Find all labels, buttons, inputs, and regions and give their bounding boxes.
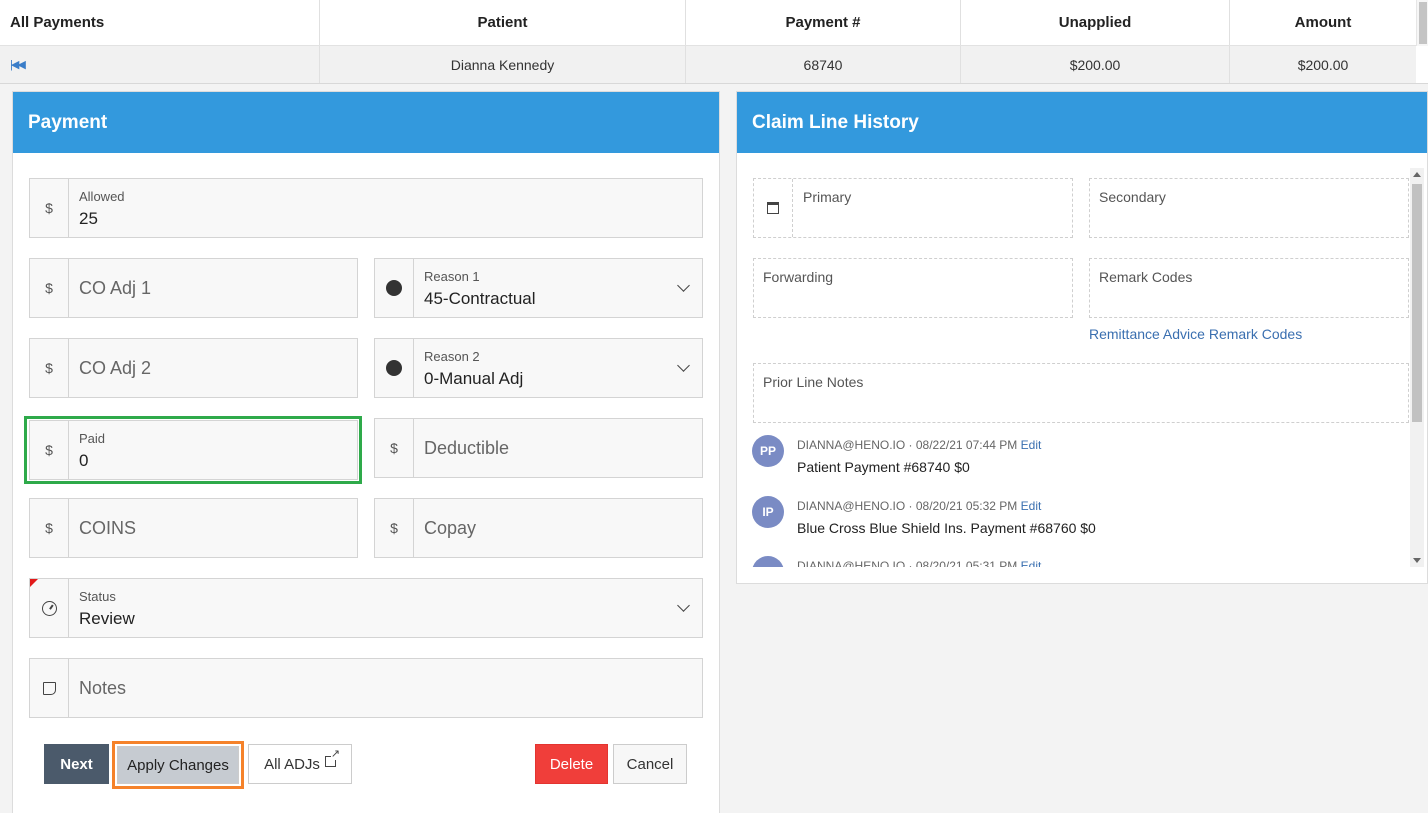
secondary-label: Secondary (1099, 189, 1166, 205)
chevron-down-icon (677, 359, 690, 372)
dollar-icon: $ (30, 339, 69, 397)
all-adjs-button[interactable]: All ADJs (248, 744, 352, 784)
prior-line-notes-label: Prior Line Notes (763, 374, 864, 390)
notes-field[interactable]: Notes (29, 658, 703, 718)
header-patient[interactable]: Patient (320, 0, 686, 45)
cell-unapplied: $200.00 (961, 46, 1230, 83)
status-label: Status (79, 589, 116, 604)
all-adjs-label: All ADJs (264, 755, 320, 773)
header-payment-number[interactable]: Payment # (686, 0, 961, 45)
entry-date: · 08/20/21 05:32 PM (908, 499, 1018, 513)
chevron-down-icon (677, 599, 690, 612)
apply-highlight-box (112, 741, 244, 789)
forwarding-label: Forwarding (763, 269, 834, 285)
row-nav-cell: |◀◀ (0, 46, 320, 83)
avatar: IP (752, 496, 784, 528)
copay-placeholder: Copay (424, 518, 477, 538)
co-adj-2-placeholder: CO Adj 2 (79, 358, 152, 378)
prior-line-notes-box[interactable]: Prior Line Notes (753, 363, 1409, 423)
allowed-label: Allowed (79, 189, 125, 204)
entry-user: DIANNA@HENO.IO (797, 499, 906, 513)
required-indicator (30, 579, 38, 587)
entry-date: · 08/22/21 07:44 PM (908, 438, 1018, 452)
deductible-placeholder: Deductible (424, 438, 510, 458)
history-panel-title: Claim Line History (737, 92, 1427, 153)
status-value: Review (79, 609, 135, 628)
reason-2-select[interactable]: Reason 2 0-Manual Adj (374, 338, 703, 398)
reason-1-label: Reason 1 (424, 269, 480, 284)
entry-meta: DIANNA@HENO.IO · 08/22/21 07:44 PM Edit (797, 438, 1041, 452)
remittance-codes-link[interactable]: Remittance Advice Remark Codes (1089, 326, 1302, 342)
entry-text: Patient Payment #68740 $0 (797, 459, 970, 475)
first-page-icon[interactable]: |◀◀ (10, 58, 26, 71)
co-adj-1-field[interactable]: $ CO Adj 1 (29, 258, 358, 318)
bank-icon (754, 179, 793, 237)
reason-2-label: Reason 2 (424, 349, 480, 364)
co-adj-1-placeholder: CO Adj 1 (79, 278, 152, 298)
history-entries-list: PP DIANNA@HENO.IO · 08/22/21 07:44 PM Ed… (737, 430, 1410, 567)
entry-user: DIANNA@HENO.IO (797, 438, 906, 452)
primary-label: Primary (803, 189, 852, 205)
entry-text: Blue Cross Blue Shield Ins. Payment #687… (797, 520, 1096, 536)
reason-1-value: 45-Contractual (424, 289, 536, 308)
history-scrollbar[interactable] (1410, 168, 1424, 567)
reason-dot-icon (375, 259, 414, 317)
header-amount[interactable]: Amount (1230, 0, 1416, 45)
allowed-field[interactable]: $ Allowed 25 (29, 178, 703, 238)
edit-link[interactable]: Edit (1021, 559, 1042, 567)
deductible-field[interactable]: $ Deductible (374, 418, 703, 478)
status-select[interactable]: Status Review (29, 578, 703, 638)
co-adj-2-field[interactable]: $ CO Adj 2 (29, 338, 358, 398)
forwarding-box[interactable]: Forwarding (753, 258, 1073, 318)
table-header-row: All Payments Patient Payment # Unapplied… (0, 0, 1416, 46)
chevron-down-icon (677, 279, 690, 292)
dollar-icon: $ (375, 419, 414, 477)
coins-field[interactable]: $ COINS (29, 498, 358, 558)
secondary-box[interactable]: Secondary (1089, 178, 1409, 238)
cancel-button[interactable]: Cancel (613, 744, 687, 784)
dollar-icon: $ (30, 499, 69, 557)
cell-amount: $200.00 (1297, 56, 1349, 73)
avatar: PP (752, 435, 784, 467)
reason-1-select[interactable]: Reason 1 45-Contractual (374, 258, 703, 318)
next-button[interactable]: Next (44, 744, 109, 784)
scroll-up-icon[interactable] (1413, 172, 1421, 177)
primary-box[interactable]: Primary (753, 178, 1073, 238)
reason-dot-icon (375, 339, 414, 397)
remark-codes-box[interactable]: Remark Codes (1089, 258, 1409, 318)
clock-icon (30, 579, 69, 637)
dollar-icon: $ (30, 179, 69, 237)
delete-button[interactable]: Delete (535, 744, 608, 784)
entry-date: · 08/20/21 05:31 PM (908, 559, 1018, 567)
edit-link[interactable]: Edit (1021, 438, 1042, 452)
payment-panel-title: Payment (13, 92, 719, 153)
table-row[interactable]: |◀◀ Dianna Kennedy 68740 $200.00 $200.00 (0, 46, 1416, 83)
note-icon (30, 659, 69, 717)
edit-link[interactable]: Edit (1021, 499, 1042, 513)
avatar: IP (752, 556, 784, 567)
external-link-icon (324, 748, 340, 767)
cell-payment-number: 68740 (686, 46, 961, 83)
entry-user: DIANNA@HENO.IO (797, 559, 906, 567)
notes-placeholder: Notes (79, 678, 127, 698)
reason-2-value: 0-Manual Adj (424, 369, 524, 388)
allowed-value: 25 (79, 209, 98, 228)
header-all-payments[interactable]: All Payments (0, 0, 320, 45)
header-unapplied[interactable]: Unapplied (961, 0, 1230, 45)
dollar-icon: $ (30, 259, 69, 317)
scroll-down-icon[interactable] (1413, 558, 1421, 563)
entry-meta: DIANNA@HENO.IO · 08/20/21 05:32 PM Edit (797, 499, 1041, 513)
dollar-icon: $ (375, 499, 414, 557)
scroll-thumb[interactable] (1412, 184, 1422, 422)
paid-highlight-box (24, 416, 362, 484)
payments-table: All Payments Patient Payment # Unapplied… (0, 0, 1428, 84)
entry-meta: DIANNA@HENO.IO · 08/20/21 05:31 PM Edit (797, 559, 1041, 567)
cell-patient: Dianna Kennedy (320, 46, 686, 83)
remark-codes-label: Remark Codes (1099, 269, 1193, 285)
table-scrollbar[interactable] (1416, 0, 1428, 46)
copay-field[interactable]: $ Copay (374, 498, 703, 558)
coins-placeholder: COINS (79, 518, 137, 538)
